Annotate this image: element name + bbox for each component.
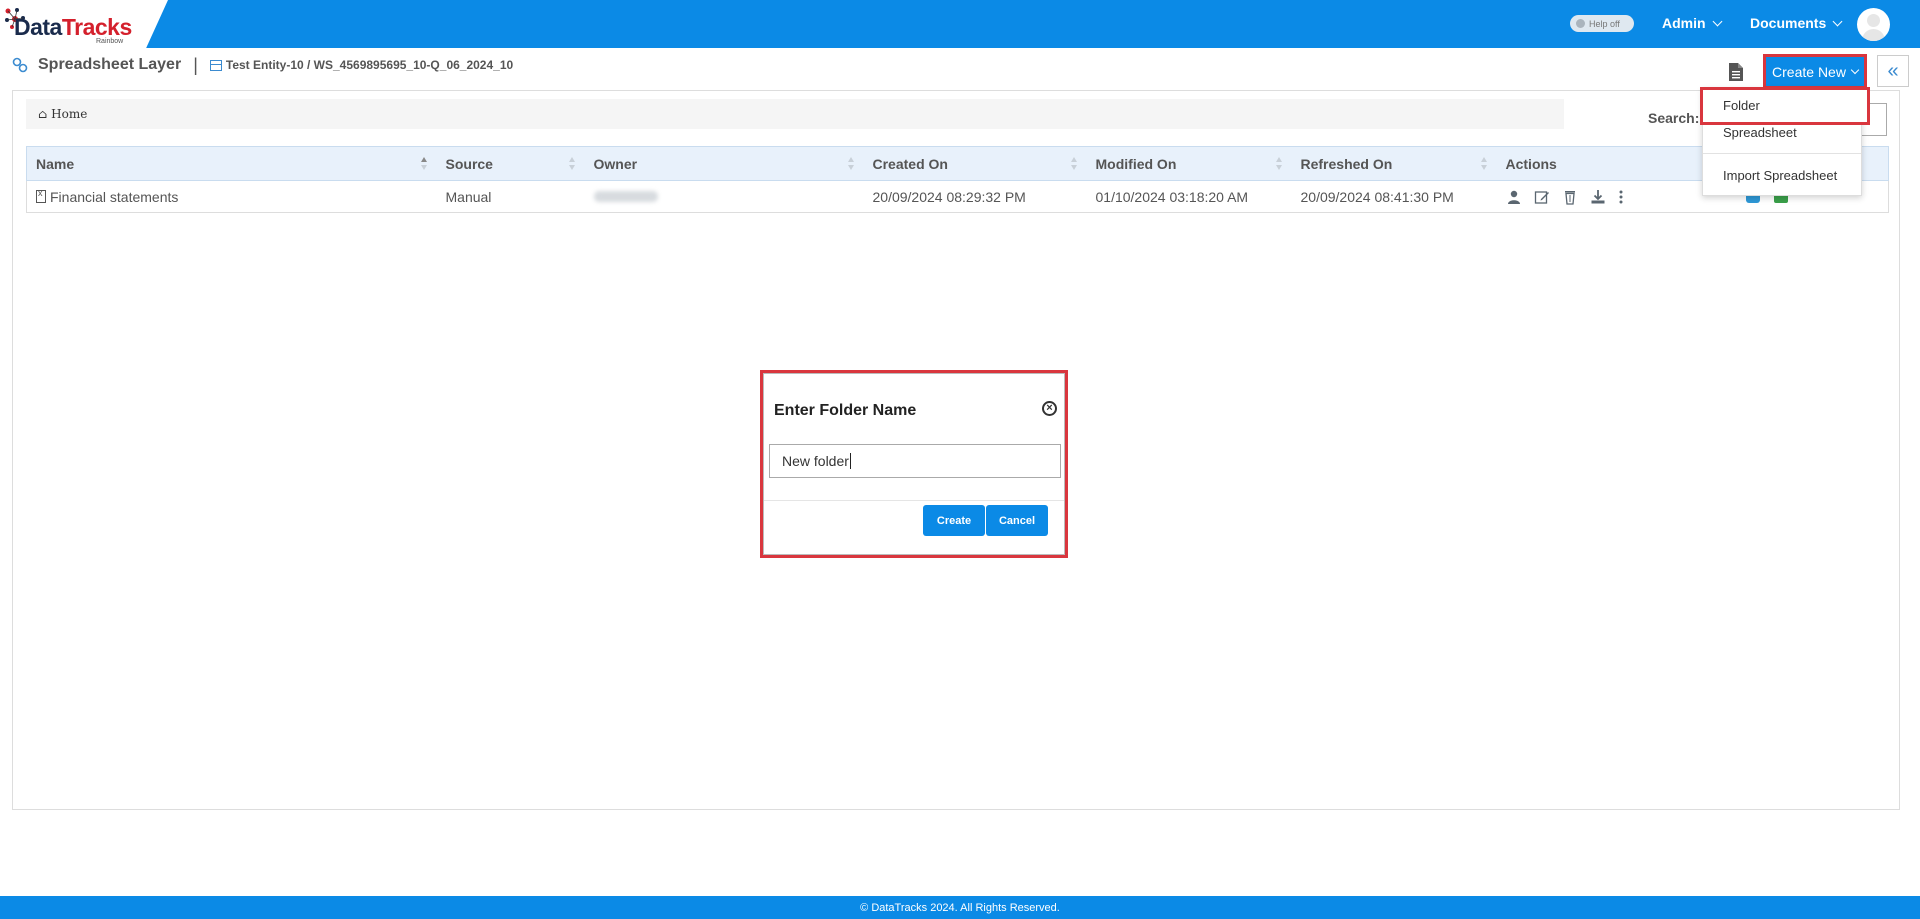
cell-name[interactable]: Financial statements <box>26 180 437 213</box>
column-header-created-on[interactable]: Created On <box>863 146 1087 181</box>
copyright-text: © DataTracks 2024. All Rights Reserved. <box>860 901 1060 914</box>
edit-icon[interactable] <box>1534 189 1550 205</box>
table-header-row: Name Source Owner Created On Modified On… <box>26 146 1889 181</box>
column-header-label: Actions <box>1505 155 1557 172</box>
double-chevron-left-icon: « <box>1887 59 1899 82</box>
cell-source: Manual <box>436 180 585 213</box>
sort-icon <box>420 157 427 171</box>
create-new-menu: Folder Spreadsheet Import Spreadsheet <box>1700 87 1870 196</box>
cancel-button[interactable]: Cancel <box>986 505 1048 536</box>
column-header-label: Source <box>445 155 493 172</box>
column-header-source[interactable]: Source <box>436 146 585 181</box>
logo[interactable]: DataTracks Rainbow <box>0 0 168 48</box>
column-header-modified-on[interactable]: Modified On <box>1086 146 1292 181</box>
chevron-down-icon <box>1850 65 1860 74</box>
column-header-label: Created On <box>872 155 948 172</box>
document-icon[interactable] <box>1728 62 1744 82</box>
breadcrumb-home[interactable]: Home <box>51 107 87 121</box>
documents-table: Name Source Owner Created On Modified On… <box>26 146 1889 213</box>
title-separator: | <box>193 54 198 75</box>
cell-refreshed-on: 20/09/2024 08:41:30 PM <box>1291 180 1497 213</box>
sort-icon <box>1480 157 1487 171</box>
cell-modified-on: 01/10/2024 03:18:20 AM <box>1086 180 1292 213</box>
logo-text-tracks: Tracks <box>61 14 132 40</box>
chevron-down-icon <box>1832 16 1843 26</box>
sort-icon <box>847 157 854 171</box>
menu-item-import-spreadsheet[interactable]: Import Spreadsheet <box>1723 168 1837 183</box>
page-header: Spreadsheet Layer | Test Entity-10 / WS_… <box>12 54 513 76</box>
home-icon: ⌂ <box>38 107 48 121</box>
folder-name-input[interactable]: New folder <box>769 444 1061 478</box>
create-new-label: Create New <box>1772 63 1846 80</box>
column-header-label: Modified On <box>1095 155 1177 172</box>
cell-created-on: 20/09/2024 08:29:32 PM <box>863 180 1087 213</box>
folder-name-value: New folder <box>782 453 849 469</box>
column-header-refreshed-on[interactable]: Refreshed On <box>1291 146 1497 181</box>
menu-item-spreadsheet[interactable]: Spreadsheet <box>1723 125 1797 140</box>
menu-divider <box>1703 153 1861 154</box>
logo-text: DataTracks <box>14 14 132 41</box>
admin-menu[interactable]: Admin <box>1662 15 1723 31</box>
sort-icon <box>568 157 575 171</box>
logo-subtitle: Rainbow <box>96 38 124 45</box>
collapse-panel-button[interactable]: « <box>1877 55 1909 87</box>
download-icon[interactable] <box>1590 189 1606 205</box>
toggle-knob-icon <box>1576 19 1585 28</box>
search-label: Search: <box>1648 110 1700 126</box>
create-button[interactable]: Create <box>923 505 985 536</box>
spreadsheet-icon <box>209 59 222 71</box>
column-header-name[interactable]: Name <box>26 146 437 181</box>
breadcrumb: ⌂ Home <box>26 99 1564 129</box>
column-header-owner[interactable]: Owner <box>584 146 864 181</box>
file-name-link[interactable]: Financial statements <box>50 189 178 205</box>
owner-redacted <box>593 190 658 202</box>
table-row[interactable]: Financial statements Manual 20/09/2024 0… <box>26 180 1889 213</box>
dialog-title: Enter Folder Name <box>774 402 917 419</box>
menu-item-folder[interactable]: Folder <box>1700 87 1870 125</box>
column-header-label: Name <box>36 155 75 172</box>
close-icon[interactable]: × <box>1042 401 1057 416</box>
sort-icon <box>1275 157 1282 171</box>
help-toggle[interactable]: Help off <box>1570 15 1634 32</box>
excel-file-icon <box>36 188 46 203</box>
footer: © DataTracks 2024. All Rights Reserved. <box>0 896 1920 919</box>
link-icon <box>12 57 28 73</box>
create-new-button[interactable]: Create New <box>1763 54 1867 89</box>
column-header-label: Owner <box>593 155 638 172</box>
folder-name-dialog: Enter Folder Name × New folder Create Ca… <box>760 370 1068 558</box>
page-title: Spreadsheet Layer <box>38 56 182 73</box>
more-vertical-icon[interactable] <box>1618 189 1624 205</box>
breadcrumb-path: Test Entity-10 / WS_4569895695_10-Q_06_2… <box>225 58 514 72</box>
menu-item-folder-label: Folder <box>1723 98 1760 113</box>
top-navbar: DataTracks Rainbow Help off Admin Docume… <box>0 0 1920 48</box>
cell-owner <box>584 180 864 213</box>
logo-text-data: Data <box>14 14 62 40</box>
user-icon[interactable] <box>1506 189 1522 205</box>
chevron-down-icon <box>1712 16 1723 26</box>
user-avatar[interactable] <box>1857 8 1890 41</box>
documents-menu-label: Documents <box>1750 15 1827 31</box>
admin-menu-label: Admin <box>1662 15 1706 31</box>
help-toggle-label: Help off <box>1589 18 1620 29</box>
column-header-label: Refreshed On <box>1300 155 1393 172</box>
sort-icon <box>1070 157 1077 171</box>
documents-menu[interactable]: Documents <box>1750 15 1843 31</box>
dialog-divider <box>764 500 1064 501</box>
text-caret <box>849 453 851 469</box>
trash-icon[interactable] <box>1562 189 1578 205</box>
